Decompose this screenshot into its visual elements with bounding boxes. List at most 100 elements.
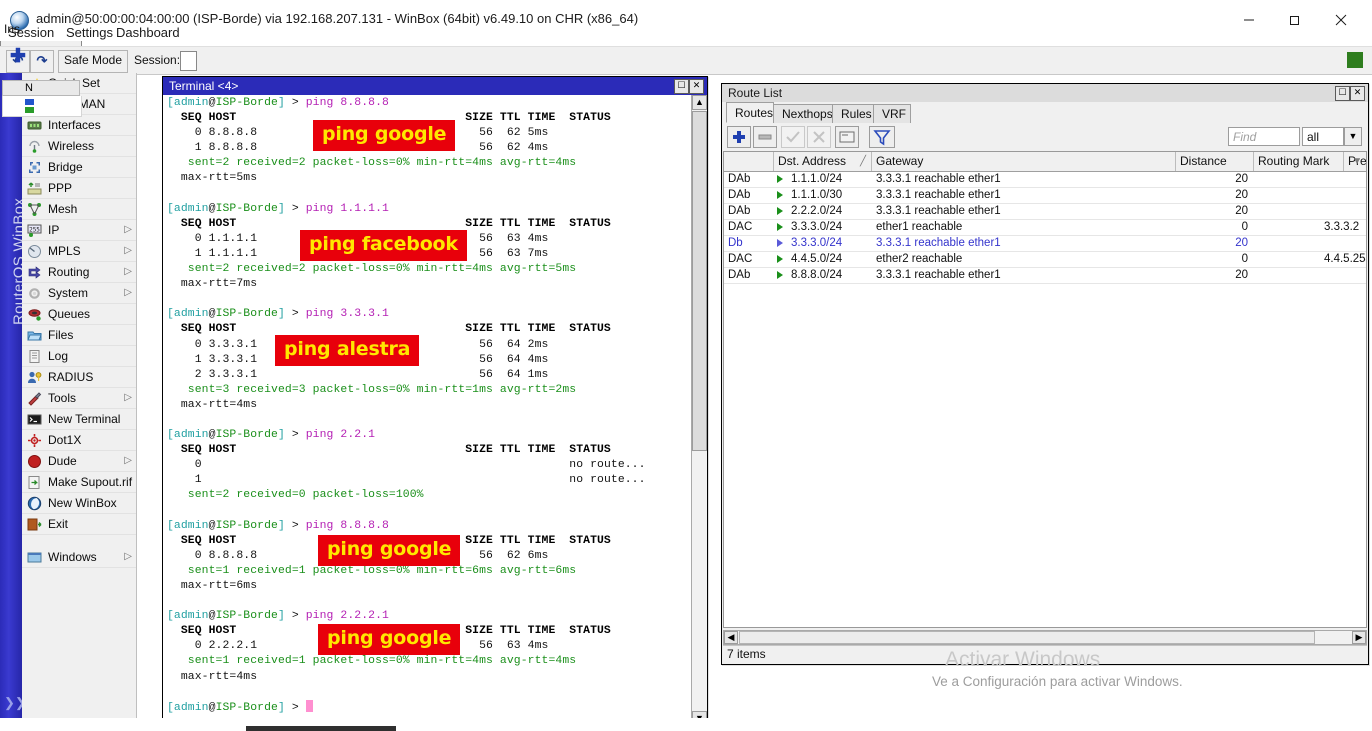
hscrollbar-thumb[interactable]: [739, 631, 1315, 644]
chevron-down-icon[interactable]: ▼: [1344, 127, 1362, 146]
sidebar-item-exit[interactable]: Exit: [22, 514, 136, 535]
sidebar-item-dude[interactable]: Dude▷: [22, 451, 136, 472]
table-row[interactable]: DAC4.4.5.0/24ether2 reachable04.4.5.254: [724, 252, 1366, 268]
column-header-dst[interactable]: Dst. Address╱: [774, 152, 872, 171]
interfaces-icon: [27, 118, 42, 133]
disable-route-button[interactable]: [807, 126, 831, 148]
find-input[interactable]: Find: [1228, 127, 1300, 146]
bgp-tab-instances[interactable]: Ins: [4, 22, 20, 36]
bgp-row-icon-1: [25, 99, 34, 105]
sidebar-item-system[interactable]: System▷: [22, 283, 136, 304]
terminal-scrollbar-thumb[interactable]: [692, 111, 707, 451]
session-input[interactable]: [180, 51, 197, 71]
sidebar-item-new-winbox[interactable]: New WinBox: [22, 493, 136, 514]
terminal-title-text: Terminal <4>: [169, 79, 238, 93]
sidebar-item-make-supout-rif[interactable]: Make Supout.rif: [22, 472, 136, 493]
terminal-titlebar[interactable]: Terminal <4> ☐ ✕: [163, 77, 707, 95]
activation-watermark-subtitle: Ve a Configuración para activar Windows.: [932, 674, 1183, 689]
tab-routes[interactable]: Routes: [726, 102, 774, 123]
cell-flags: DAb: [724, 268, 774, 283]
enable-route-button[interactable]: [781, 126, 805, 148]
column-header-gateway[interactable]: Gateway: [872, 152, 1176, 171]
folder-icon: [27, 328, 42, 343]
terminal-icon: [27, 412, 42, 427]
sidebar-item-windows[interactable]: Windows▷: [22, 547, 136, 568]
route-list-titlebar[interactable]: Route List ☐ ✕: [722, 84, 1368, 102]
remove-route-button[interactable]: [753, 126, 777, 148]
supout-icon: [27, 475, 42, 490]
window-maximize-button[interactable]: [1272, 0, 1318, 40]
sidebar-item-wireless[interactable]: Wireless: [22, 136, 136, 157]
sidebar-item-radius[interactable]: RADIUS: [22, 367, 136, 388]
system-gear-icon: [27, 286, 42, 301]
tab-nexthops[interactable]: Nexthops: [773, 104, 833, 123]
sidebar-item-interfaces[interactable]: Interfaces: [22, 115, 136, 136]
plus-icon[interactable]: ✚: [10, 50, 26, 64]
route-list-grid[interactable]: Dst. Address╱GatewayDistance Routing Mark…: [723, 151, 1367, 628]
comment-route-button[interactable]: [835, 126, 859, 148]
route-list-close-button[interactable]: ✕: [1350, 86, 1365, 101]
connection-status-indicator: [1347, 52, 1363, 68]
table-row[interactable]: DAC3.3.3.0/24ether1 reachable03.3.3.2: [724, 220, 1366, 236]
window-minimize-button[interactable]: [1226, 0, 1272, 40]
route-active-indicator-icon: [777, 271, 783, 279]
bgp-column-header: N: [2, 80, 80, 96]
scroll-up-icon[interactable]: ▲: [692, 95, 707, 110]
table-row[interactable]: DAb1.1.1.0/303.3.3.1 reachable ether120: [724, 188, 1366, 204]
cell-distance: 0: [1176, 252, 1254, 267]
route-list-window[interactable]: Route List ☐ ✕ RoutesNexthopsRulesVRF: [721, 83, 1369, 665]
sidebar-item-routing[interactable]: Routing▷: [22, 262, 136, 283]
winbox-globe-icon: [27, 496, 42, 511]
sidebar-item-files[interactable]: Files: [22, 325, 136, 346]
safe-mode-button[interactable]: Safe Mode: [58, 50, 128, 73]
add-route-button[interactable]: [727, 126, 751, 148]
cell-pref: 4.4.5.254: [1320, 252, 1367, 267]
table-row[interactable]: Db3.3.3.0/243.3.3.1 reachable ether120: [724, 236, 1366, 252]
sidebar-item-bridge[interactable]: Bridge: [22, 157, 136, 178]
sidebar-item-queues[interactable]: Queues: [22, 304, 136, 325]
scroll-left-icon[interactable]: ◀: [724, 631, 738, 644]
sort-ascending-icon: ╱: [860, 153, 866, 171]
sidebar-item-label: New Terminal: [48, 412, 120, 426]
sidebar-item-log[interactable]: Log: [22, 346, 136, 367]
redo-button[interactable]: ↷: [30, 50, 54, 73]
tab-rules[interactable]: Rules: [832, 104, 874, 123]
menu-dashboard[interactable]: Dashboard: [116, 25, 180, 40]
sidebar-item-label: Dude: [48, 454, 77, 468]
sidebar-item-ppp[interactable]: PPP: [22, 178, 136, 199]
menu-settings[interactable]: Settings: [66, 25, 113, 40]
filter-button[interactable]: [869, 126, 895, 148]
sidebar-item-label: PPP: [48, 181, 72, 195]
winbox-rail: RouterOS WinBox ❯❯: [0, 73, 22, 718]
find-placeholder-text: Find: [1233, 130, 1256, 144]
route-active-indicator-icon: [777, 223, 783, 231]
sidebar-item-new-terminal[interactable]: New Terminal: [22, 409, 136, 430]
route-list-column-headers: Dst. Address╱GatewayDistance Routing Mark…: [724, 152, 1366, 172]
column-header-pref[interactable]: Pref. S▼: [1344, 152, 1367, 171]
sidebar-item-mesh[interactable]: Mesh: [22, 199, 136, 220]
sidebar-item-label: MPLS: [48, 244, 81, 258]
terminal-maximize-button[interactable]: ☐: [674, 79, 689, 94]
table-row[interactable]: DAb1.1.1.0/243.3.3.1 reachable ether120: [724, 172, 1366, 188]
window-close-button[interactable]: [1318, 0, 1364, 40]
column-header-distance[interactable]: Distance: [1176, 152, 1254, 171]
dude-icon: [27, 454, 42, 469]
route-list-hscrollbar[interactable]: ◀ ▶: [723, 630, 1367, 645]
column-menu-icon[interactable]: ▼: [1352, 153, 1362, 171]
sidebar-item-mpls[interactable]: MPLS▷: [22, 241, 136, 262]
sidebar-item-tools[interactable]: Tools▷: [22, 388, 136, 409]
column-header-flags[interactable]: [724, 152, 774, 171]
sidebar-item-ip[interactable]: 255IP▷: [22, 220, 136, 241]
route-list-maximize-button[interactable]: ☐: [1335, 86, 1350, 101]
bgp-table-row[interactable]: [2, 96, 82, 117]
terminal-scrollbar[interactable]: ▲ ▼: [691, 95, 707, 726]
column-header-mark[interactable]: Routing Mark: [1254, 152, 1344, 171]
tab-vrf[interactable]: VRF: [873, 104, 911, 123]
column-header-label: Routing Mark: [1258, 154, 1329, 168]
scroll-right-icon[interactable]: ▶: [1352, 631, 1366, 644]
scope-select[interactable]: all: [1302, 127, 1344, 146]
table-row[interactable]: DAb2.2.2.0/243.3.3.1 reachable ether120: [724, 204, 1366, 220]
terminal-close-button[interactable]: ✕: [689, 79, 704, 94]
sidebar-item-dot1x[interactable]: Dot1X: [22, 430, 136, 451]
table-row[interactable]: DAb8.8.8.0/243.3.3.1 reachable ether120: [724, 268, 1366, 284]
